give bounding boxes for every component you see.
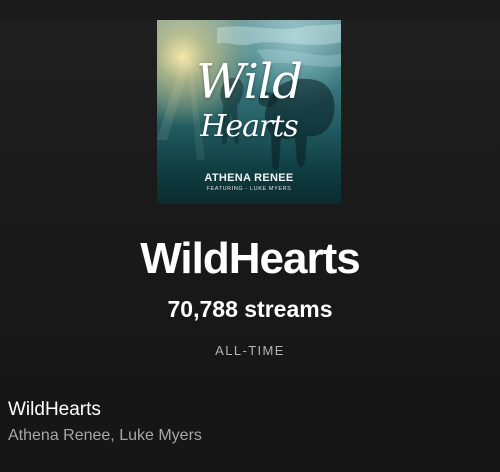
album-art-title-line-2: Hearts: [200, 109, 299, 144]
track-title: WildHearts: [140, 234, 360, 283]
album-art-artist: ATHENA RENEE: [204, 172, 294, 184]
top-bar: [0, 0, 500, 20]
track-stats-screen: Wild Hearts ATHENA RENEE FEATURING - LUK…: [0, 0, 500, 472]
album-art: Wild Hearts ATHENA RENEE FEATURING - LUK…: [157, 20, 341, 204]
track-row-title[interactable]: WildHearts: [8, 399, 101, 421]
album-art-featuring: FEATURING - LUKE MYERS: [206, 186, 292, 192]
album-art-title-line-1: Wild: [196, 54, 303, 110]
track-row-artists[interactable]: Athena Renee, Luke Myers: [8, 426, 202, 446]
stream-count: 70,788 streams: [167, 296, 333, 322]
time-period-label: ALL-TIME: [215, 343, 285, 358]
